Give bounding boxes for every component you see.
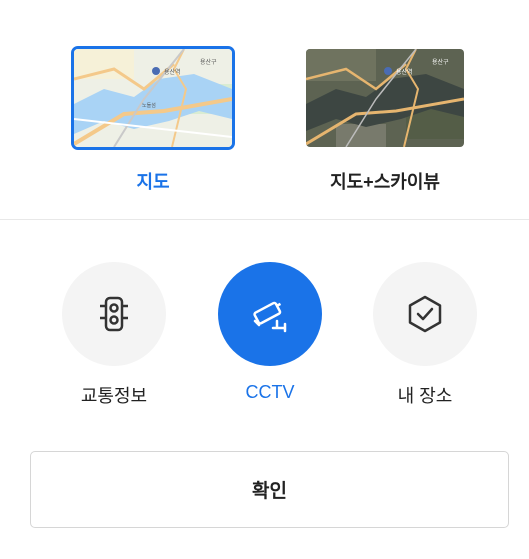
- map-type-option-map[interactable]: 용산역 용산구 노들섬 지도: [71, 46, 235, 192]
- map-type-label: 지도+스카이뷰: [330, 172, 440, 192]
- svg-text:용산역: 용산역: [164, 68, 181, 76]
- map-preview-image: 용산역 용산구 노들섬: [74, 49, 232, 147]
- layer-option-my-places[interactable]: 내 장소: [373, 262, 477, 408]
- layer-options: 교통정보 CCTV 내 장소: [0, 262, 529, 412]
- map-type-option-skyview[interactable]: 용산역 용산구 지도+스카이뷰: [303, 46, 467, 192]
- map-type-label: 지도: [136, 172, 170, 192]
- map-type-selector: 용산역 용산구 노들섬 지도 용산역 용산구 지도+스카이뷰: [0, 0, 529, 220]
- layer-option-traffic[interactable]: 교통정보: [62, 262, 166, 408]
- skyview-thumbnail[interactable]: 용산역 용산구: [303, 46, 467, 150]
- layer-label-my-places: 내 장소: [397, 386, 453, 406]
- confirm-button[interactable]: 확인: [30, 451, 509, 528]
- layer-option-cctv[interactable]: CCTV: [218, 262, 322, 403]
- svg-text:노들섬: 노들섬: [142, 102, 156, 109]
- traffic-button[interactable]: [62, 262, 166, 366]
- layer-label-cctv: CCTV: [245, 382, 295, 402]
- cctv-button[interactable]: [218, 262, 322, 366]
- svg-text:용산구: 용산구: [200, 58, 217, 66]
- map-thumbnail[interactable]: 용산역 용산구 노들섬: [71, 46, 235, 150]
- cctv-camera-icon: [253, 301, 287, 333]
- traffic-light-icon: [100, 296, 128, 332]
- hexagon-check-icon: [408, 295, 442, 333]
- layer-label-traffic: 교통정보: [80, 386, 148, 406]
- svg-text:용산구: 용산구: [432, 58, 449, 66]
- my-places-button[interactable]: [373, 262, 477, 366]
- skyview-preview-image: 용산역 용산구: [306, 49, 464, 147]
- svg-text:용산역: 용산역: [396, 68, 413, 76]
- section-divider: [0, 219, 529, 220]
